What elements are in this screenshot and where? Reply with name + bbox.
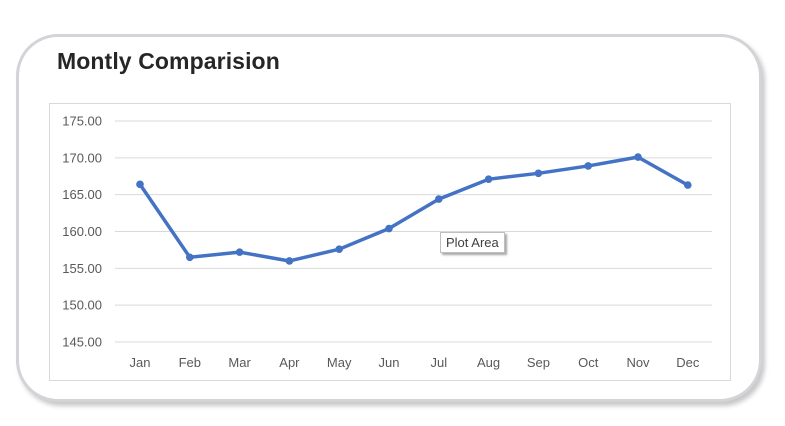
y-tick-label: 160.00 xyxy=(62,224,102,239)
y-tick-label: 155.00 xyxy=(62,261,102,276)
x-tick-label: Sep xyxy=(527,355,550,370)
data-point[interactable] xyxy=(186,253,194,262)
data-point[interactable] xyxy=(634,153,642,161)
x-tick-label: Jun xyxy=(379,355,400,370)
y-tick-label: 165.00 xyxy=(62,187,102,202)
x-tick-label: Jul xyxy=(430,355,447,370)
data-point[interactable] xyxy=(235,248,244,256)
x-tick-label: Apr xyxy=(279,355,300,370)
y-axis-tick-labels: 145.00 150.00 155.00 160.00 165.00 170.00 175.… xyxy=(62,114,102,350)
data-point[interactable] xyxy=(285,257,294,265)
x-tick-label: May xyxy=(327,355,352,370)
x-axis-tick-labels: Jan Feb Mar Apr May Jun Jul Aug Sep Oct Nov Dec xyxy=(130,355,700,370)
data-point[interactable] xyxy=(484,175,493,183)
data-point[interactable] xyxy=(684,181,692,189)
y-tick-label: 145.00 xyxy=(62,335,102,350)
line-chart[interactable]: 145.00 150.00 155.00 160.00 165.00 170.00 175.… xyxy=(0,0,785,426)
data-point[interactable] xyxy=(136,180,144,189)
gridlines xyxy=(115,120,712,343)
plot-area-tooltip: Plot Area xyxy=(440,232,505,253)
x-tick-label: Dec xyxy=(676,355,700,370)
data-point[interactable] xyxy=(534,169,543,178)
data-point[interactable] xyxy=(335,245,344,253)
data-point[interactable] xyxy=(584,162,592,170)
series-line xyxy=(138,155,690,263)
data-point[interactable] xyxy=(435,195,443,203)
y-tick-label: 175.00 xyxy=(62,114,102,129)
y-tick-label: 170.00 xyxy=(62,150,102,165)
x-tick-label: Oct xyxy=(578,355,599,370)
x-tick-label: Nov xyxy=(626,355,650,370)
x-tick-label: Aug xyxy=(477,355,500,370)
x-tick-label: Jan xyxy=(130,355,151,370)
data-points xyxy=(136,153,692,265)
x-tick-label: Mar xyxy=(228,355,251,370)
y-tick-label: 150.00 xyxy=(62,298,102,313)
data-point[interactable] xyxy=(385,224,393,233)
x-tick-label: Feb xyxy=(179,355,201,370)
